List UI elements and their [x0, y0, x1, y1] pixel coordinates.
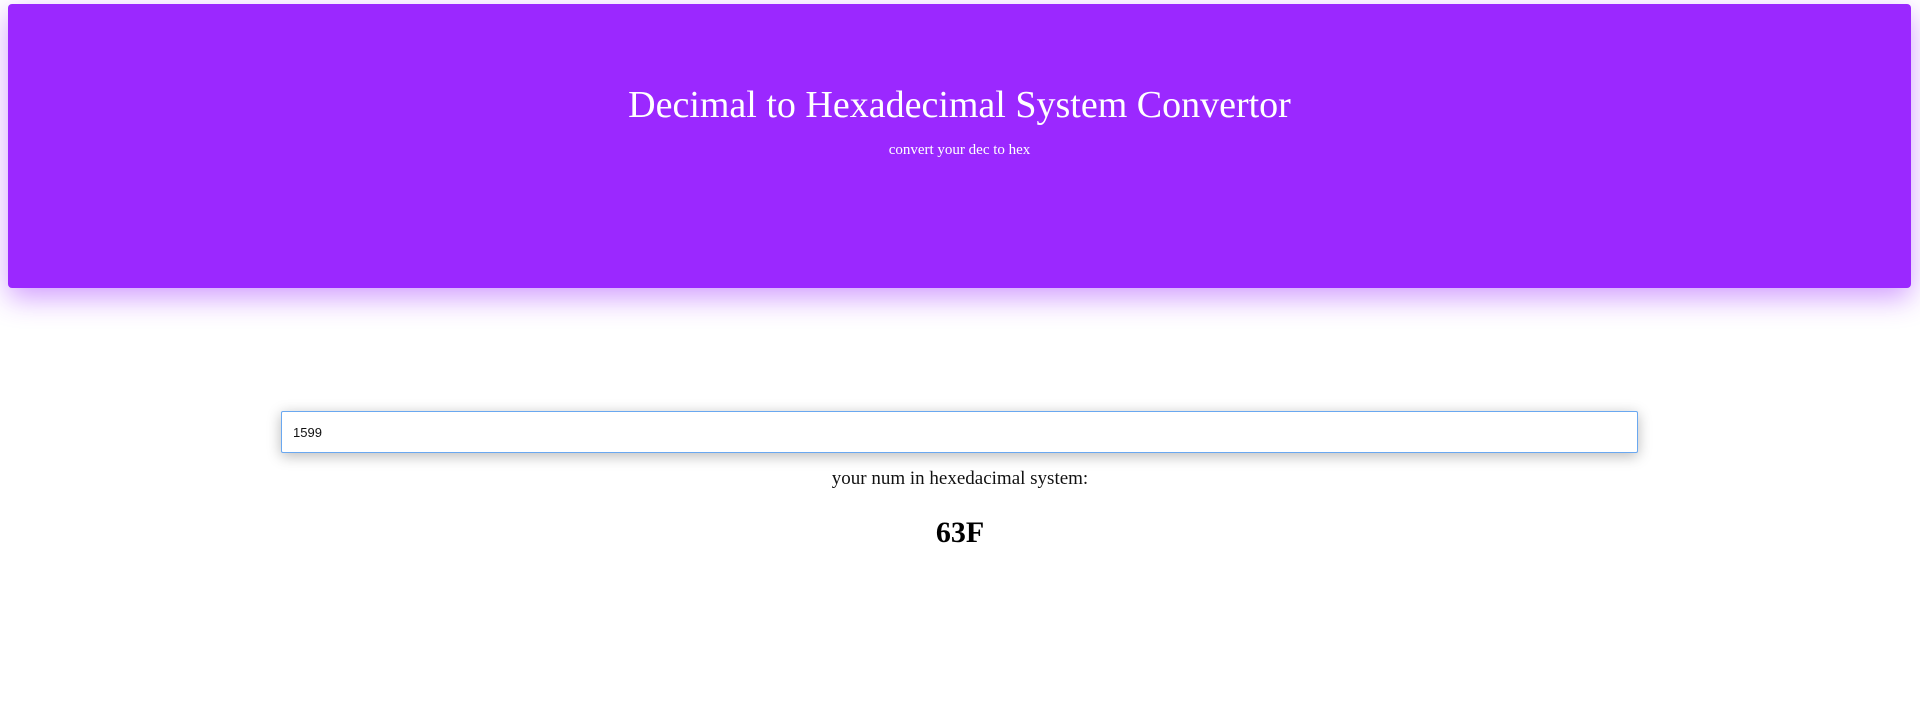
result-label: your num in hexedacimal system: — [831, 468, 1089, 489]
page-subtitle: convert your dec to hex — [888, 142, 1031, 158]
header-banner: Decimal to Hexadecimal System Convertor … — [8, 4, 1911, 288]
hex-result: 63F — [935, 516, 985, 549]
converter-panel: your num in hexedacimal system: 63F — [0, 411, 1920, 551]
page-title: Decimal to Hexadecimal System Convertor — [628, 84, 1291, 126]
decimal-input[interactable] — [281, 411, 1638, 453]
